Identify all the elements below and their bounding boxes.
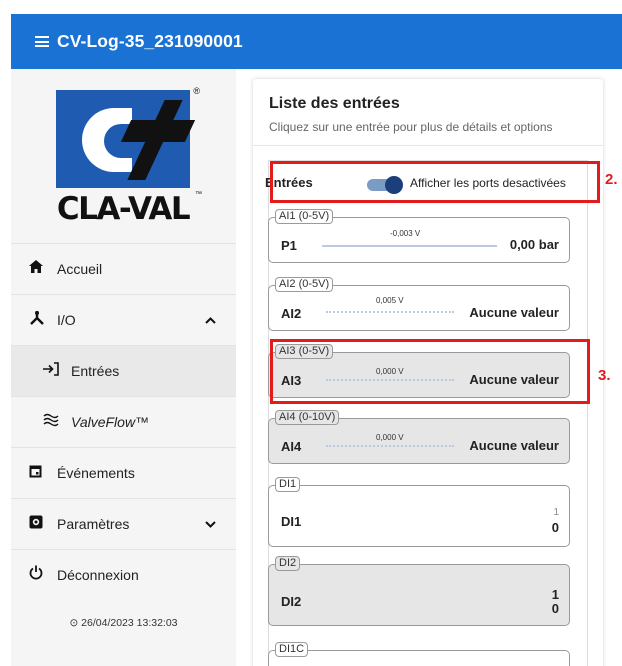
sidebar: ® CLA-VAL ™ Accueil I/O Entrées ValveFlo… — [11, 69, 236, 666]
input-tag: DI1C — [275, 642, 309, 657]
input-voltage: -0,003 V — [390, 229, 421, 238]
sidebar-item-label: ValveFlow™ — [71, 414, 150, 430]
input-name: AI4 — [281, 439, 302, 454]
cla-val-logo: ® CLA-VAL ™ — [42, 86, 202, 247]
value-line — [326, 445, 454, 447]
input-voltage: 0,005 V — [376, 296, 404, 305]
sidebar-item-evenements[interactable]: Événements — [11, 447, 236, 498]
input-name: DI1 — [281, 514, 302, 529]
input-card-di2[interactable]: DI2 DI2 1 0 — [268, 556, 570, 626]
input-card-di1c[interactable]: DI1C — [268, 642, 570, 666]
card-title: Liste des entrées — [269, 95, 400, 112]
sidebar-item-label: Entrées — [71, 363, 120, 379]
input-name: DI2 — [281, 594, 302, 609]
annotation-label-2: 2. — [605, 171, 618, 188]
input-name: P1 — [281, 238, 297, 253]
sidebar-item-label: Événements — [57, 465, 135, 481]
sidebar-item-accueil[interactable]: Accueil — [11, 243, 236, 294]
annotation-box-3 — [270, 339, 590, 404]
input-tag: AI4 (0-10V) — [275, 410, 340, 425]
input-card-ai1[interactable]: AI1 (0-5V) P1 -0,003 V 0,00 bar — [268, 209, 570, 263]
sidebar-item-entrees[interactable]: Entrées — [11, 345, 236, 396]
logo-mark: ® — [56, 86, 200, 188]
io-fork-icon — [29, 310, 57, 330]
input-card-ai4[interactable]: AI4 (0-10V) AI4 0,000 V Aucune valeur — [268, 410, 570, 464]
sidebar-item-label: I/O — [57, 312, 76, 328]
card-subtitle: Cliquez sur une entrée pour plus de déta… — [269, 120, 553, 134]
input-bottom-value: 0 — [551, 601, 559, 616]
app-title: CV-Log-35_231090001 — [57, 31, 243, 51]
input-card-di1[interactable]: DI1 DI1 1 0 — [268, 477, 570, 547]
calendar-icon — [29, 464, 57, 483]
sidebar-item-io[interactable]: I/O — [11, 294, 236, 345]
chevron-down-icon[interactable] — [205, 517, 216, 531]
chevron-up-icon[interactable] — [205, 313, 216, 327]
annotation-box-2 — [270, 161, 600, 203]
input-value: Aucune valeur — [469, 438, 559, 453]
sidebar-item-label: Paramètres — [57, 516, 130, 532]
home-icon — [29, 260, 57, 278]
input-tag: AI1 (0-5V) — [275, 209, 334, 224]
annotation-label-3: 3. — [598, 367, 611, 384]
input-tag: AI2 (0-5V) — [275, 277, 334, 292]
logo-wordmark: CLA-VAL — [56, 191, 191, 227]
top-app-bar: CV-Log-35_231090001 — [11, 14, 622, 69]
sidebar-item-deconnexion[interactable]: Déconnexion — [11, 549, 236, 600]
menu-icon[interactable] — [35, 36, 49, 47]
input-card-ai2[interactable]: AI2 (0-5V) AI2 0,005 V Aucune valeur — [268, 277, 570, 331]
divider — [253, 145, 603, 146]
sidebar-item-parametres[interactable]: Paramètres — [11, 498, 236, 549]
input-tag: DI2 — [275, 556, 301, 571]
settings-icon — [29, 515, 57, 534]
value-line — [326, 311, 454, 313]
input-bottom-value: 0 — [551, 520, 559, 535]
power-icon — [29, 565, 57, 585]
waves-icon — [43, 413, 71, 432]
input-value: Aucune valeur — [469, 305, 559, 320]
value-line — [322, 245, 497, 247]
input-name: AI2 — [281, 306, 302, 321]
input-top-value: 1 — [551, 587, 559, 602]
sidebar-nav: Accueil I/O Entrées ValveFlow™ Événement… — [11, 243, 236, 600]
input-tag: DI1 — [275, 477, 301, 492]
input-voltage: 0,000 V — [376, 433, 404, 442]
login-arrow-icon — [43, 361, 71, 381]
sidebar-item-label: Déconnexion — [57, 567, 139, 583]
input-top-value: 1 — [553, 507, 559, 518]
input-value: 0,00 bar — [509, 237, 559, 252]
page: CV-Log-35_231090001 ® CLA-VAL ™ Accueil — [0, 0, 622, 666]
sidebar-item-valveflow[interactable]: ValveFlow™ — [11, 396, 236, 447]
last-update-timestamp: ⊙ 26/04/2023 13:32:03 — [69, 617, 178, 629]
sidebar-item-label: Accueil — [57, 261, 103, 277]
